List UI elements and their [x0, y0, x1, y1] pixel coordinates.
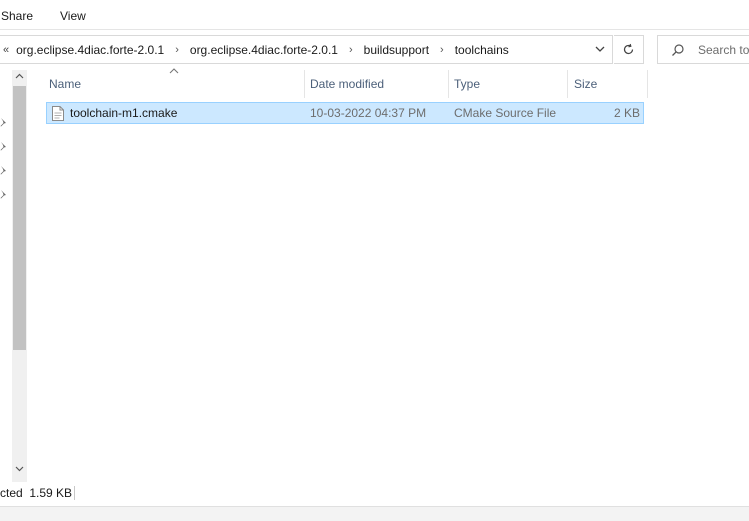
status-bar: cted 1.59 KB	[0, 482, 749, 506]
status-divider	[74, 486, 75, 500]
column-label-date-modified: Date modified	[310, 77, 385, 91]
column-label-size: Size	[574, 77, 598, 91]
chevron-right-icon[interactable]: ›	[349, 44, 353, 56]
file-size: 2 KB	[613, 106, 640, 120]
column-divider[interactable]	[647, 70, 648, 98]
search-placeholder: Search too	[698, 43, 749, 57]
breadcrumb-item-forte-outer[interactable]: org.eclipse.4diac.forte-2.0.1	[15, 43, 165, 57]
address-row: « org.eclipse.4diac.forte-2.0.1 › org.ec…	[0, 30, 749, 70]
file-name: toolchain-m1.cmake	[70, 106, 178, 120]
scroll-down-arrow-icon[interactable]	[12, 466, 27, 478]
pin-icon[interactable]	[0, 117, 8, 127]
pin-icon[interactable]	[0, 165, 8, 175]
table-row[interactable]: toolchain-m1.cmake 10-03-2022 04:37 PM C…	[46, 102, 644, 124]
ribbon-menu: Share View	[0, 0, 749, 30]
breadcrumb: « org.eclipse.4diac.forte-2.0.1 › org.ec…	[3, 36, 510, 63]
scrollbar-thumb[interactable]	[13, 86, 26, 350]
window-bottom-edge	[0, 506, 749, 521]
sort-ascending-icon	[169, 68, 179, 74]
file-date-modified: 10-03-2022 04:37 PM	[310, 106, 427, 120]
file-type: CMake Source File	[454, 106, 557, 120]
pin-icon[interactable]	[0, 189, 8, 199]
breadcrumb-overflow-icon[interactable]: «	[3, 44, 9, 56]
status-selection-text: cted	[0, 486, 23, 500]
address-bar[interactable]: « org.eclipse.4diac.forte-2.0.1 › org.ec…	[0, 35, 613, 64]
breadcrumb-item-forte-inner[interactable]: org.eclipse.4diac.forte-2.0.1	[189, 43, 339, 57]
chevron-right-icon[interactable]: ›	[440, 44, 444, 56]
chevron-right-icon[interactable]: ›	[175, 44, 179, 56]
search-icon	[672, 44, 684, 56]
status-selection-size: 1.59 KB	[29, 486, 73, 500]
navigation-pane	[0, 70, 28, 482]
file-icon	[52, 106, 64, 121]
column-header-date-modified[interactable]: Date modified	[305, 70, 448, 98]
chevron-down-icon[interactable]	[593, 42, 607, 56]
file-list: Name Date modified Type Size toolchain-m…	[28, 68, 749, 482]
column-header-type[interactable]: Type	[449, 70, 567, 98]
ribbon-tab-view[interactable]: View	[60, 9, 86, 23]
breadcrumb-item-buildsupport[interactable]: buildsupport	[363, 43, 430, 57]
nav-scrollbar[interactable]	[12, 70, 27, 482]
breadcrumb-item-toolchains[interactable]: toolchains	[454, 43, 510, 57]
column-header-size[interactable]: Size	[568, 70, 647, 98]
pin-icon[interactable]	[0, 141, 8, 151]
status-selection: cted 1.59 KB	[0, 486, 72, 500]
scroll-up-arrow-icon[interactable]	[12, 73, 27, 85]
refresh-icon	[623, 43, 634, 55]
column-header-name[interactable]: Name	[28, 68, 304, 98]
column-label-name: Name	[49, 77, 82, 91]
search-input[interactable]: Search too	[657, 35, 749, 64]
refresh-button[interactable]	[614, 35, 644, 64]
ribbon-tab-share[interactable]: Share	[1, 9, 33, 23]
column-label-type: Type	[454, 77, 481, 91]
